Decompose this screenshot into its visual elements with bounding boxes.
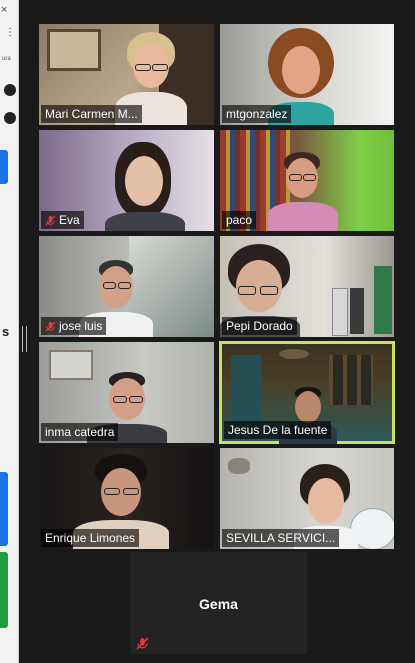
panel-blue-button[interactable] — [0, 150, 8, 184]
menu-icon[interactable]: ⋮ — [5, 28, 15, 38]
participant-tile[interactable]: Enrique Limones — [39, 448, 214, 549]
panel-resize-handle[interactable] — [22, 326, 27, 352]
participant-tile[interactable]: Mari Carmen M... — [39, 24, 214, 125]
participant-tile[interactable]: SEVILLA SERVICI... — [220, 448, 394, 549]
participant-tile[interactable]: jose luis — [39, 236, 214, 337]
participant-name: Gema — [199, 596, 238, 612]
video-gallery: Mari Carmen M... mtgonzalez Eva paco jos… — [28, 0, 415, 663]
participant-name: jose luis — [41, 317, 107, 335]
participant-name: Jesus De la fuente — [224, 421, 332, 439]
participant-name: Pepi Dorado — [222, 317, 297, 335]
mic-off-icon — [45, 215, 56, 226]
participant-tile[interactable]: Eva — [39, 130, 214, 231]
panel-partial-heading: s — [2, 324, 10, 339]
participant-name: mtgonzalez — [222, 105, 292, 123]
participant-name: Mari Carmen M... — [41, 105, 142, 123]
kitchen-appliance — [332, 288, 348, 336]
side-browser-panel: × ⋮ ura s — [0, 0, 19, 663]
wall-decoration — [228, 458, 250, 474]
shelf — [329, 355, 373, 405]
participant-tile[interactable]: paco — [220, 130, 394, 231]
mic-off-icon — [136, 637, 149, 650]
plant — [374, 266, 392, 334]
participant-name: paco — [222, 211, 257, 229]
participant-tile-audio-only[interactable]: Gema — [130, 552, 307, 654]
participant-tile[interactable]: Pepi Dorado — [220, 236, 394, 337]
picture-frame — [49, 350, 93, 380]
participant-name: SEVILLA SERVICI... — [222, 529, 340, 547]
participant-name: Eva — [41, 211, 84, 229]
cabinet — [231, 355, 261, 425]
ceiling-fan — [279, 349, 309, 359]
participant-tile-active-speaker[interactable]: Jesus De la fuente — [219, 341, 395, 444]
avatar-icon[interactable] — [4, 84, 16, 96]
participant-tile[interactable]: mtgonzalez — [220, 24, 394, 125]
avatar-icon[interactable] — [4, 112, 16, 124]
mic-off-icon — [45, 321, 56, 332]
panel-partial-text: ura — [2, 56, 11, 62]
close-icon[interactable]: × — [1, 4, 7, 16]
picture-frame — [47, 29, 101, 71]
panel-green-button[interactable] — [0, 552, 8, 628]
participant-name: Enrique Limones — [41, 529, 140, 547]
kitchen-appliance — [350, 288, 364, 334]
participant-name: inma catedra — [41, 423, 119, 441]
participant-tile[interactable]: inma catedra — [39, 342, 214, 443]
panel-blue-button[interactable] — [0, 472, 8, 546]
